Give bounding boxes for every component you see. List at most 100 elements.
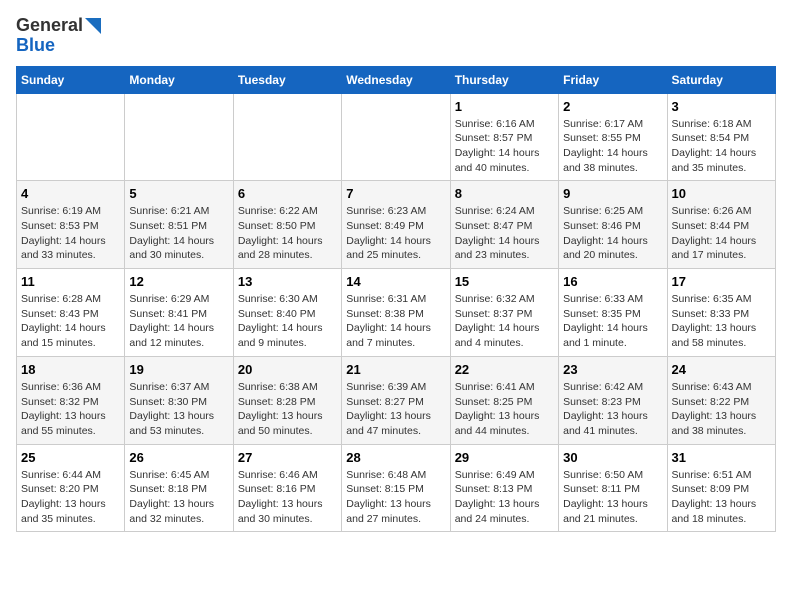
day-info: Daylight: 14 hours and 25 minutes. — [346, 234, 445, 263]
calendar-cell: 16Sunrise: 6:33 AMSunset: 8:35 PMDayligh… — [559, 269, 667, 357]
day-info: Sunrise: 6:38 AM — [238, 380, 337, 395]
day-info: Sunrise: 6:21 AM — [129, 204, 228, 219]
calendar-cell: 15Sunrise: 6:32 AMSunset: 8:37 PMDayligh… — [450, 269, 558, 357]
day-info: Sunset: 8:25 PM — [455, 395, 554, 410]
calendar-table: SundayMondayTuesdayWednesdayThursdayFrid… — [16, 66, 776, 533]
calendar-cell — [125, 93, 233, 181]
day-info: Sunrise: 6:32 AM — [455, 292, 554, 307]
day-number: 7 — [346, 186, 445, 201]
calendar-week-5: 25Sunrise: 6:44 AMSunset: 8:20 PMDayligh… — [17, 444, 776, 532]
header-cell-wednesday: Wednesday — [342, 66, 450, 93]
day-info: Sunrise: 6:48 AM — [346, 468, 445, 483]
day-number: 5 — [129, 186, 228, 201]
day-info: Sunset: 8:47 PM — [455, 219, 554, 234]
day-info: Sunrise: 6:36 AM — [21, 380, 120, 395]
calendar-cell: 14Sunrise: 6:31 AMSunset: 8:38 PMDayligh… — [342, 269, 450, 357]
calendar-cell: 23Sunrise: 6:42 AMSunset: 8:23 PMDayligh… — [559, 356, 667, 444]
day-number: 16 — [563, 274, 662, 289]
day-number: 22 — [455, 362, 554, 377]
day-info: Daylight: 13 hours and 21 minutes. — [563, 497, 662, 526]
day-number: 10 — [672, 186, 771, 201]
header-cell-sunday: Sunday — [17, 66, 125, 93]
header-cell-tuesday: Tuesday — [233, 66, 341, 93]
day-number: 21 — [346, 362, 445, 377]
calendar-cell: 25Sunrise: 6:44 AMSunset: 8:20 PMDayligh… — [17, 444, 125, 532]
day-info: Daylight: 13 hours and 41 minutes. — [563, 409, 662, 438]
day-info: Sunrise: 6:23 AM — [346, 204, 445, 219]
day-info: Daylight: 13 hours and 32 minutes. — [129, 497, 228, 526]
calendar-cell: 26Sunrise: 6:45 AMSunset: 8:18 PMDayligh… — [125, 444, 233, 532]
day-info: Daylight: 14 hours and 40 minutes. — [455, 146, 554, 175]
calendar-cell: 22Sunrise: 6:41 AMSunset: 8:25 PMDayligh… — [450, 356, 558, 444]
day-info: Sunset: 8:38 PM — [346, 307, 445, 322]
day-info: Sunrise: 6:46 AM — [238, 468, 337, 483]
calendar-cell: 3Sunrise: 6:18 AMSunset: 8:54 PMDaylight… — [667, 93, 775, 181]
day-info: Sunrise: 6:18 AM — [672, 117, 771, 132]
day-number: 9 — [563, 186, 662, 201]
day-number: 19 — [129, 362, 228, 377]
day-number: 2 — [563, 99, 662, 114]
day-number: 28 — [346, 450, 445, 465]
day-info: Sunset: 8:44 PM — [672, 219, 771, 234]
calendar-week-4: 18Sunrise: 6:36 AMSunset: 8:32 PMDayligh… — [17, 356, 776, 444]
day-info: Daylight: 14 hours and 28 minutes. — [238, 234, 337, 263]
day-info: Sunset: 8:13 PM — [455, 482, 554, 497]
calendar-cell — [233, 93, 341, 181]
calendar-cell — [342, 93, 450, 181]
day-number: 3 — [672, 99, 771, 114]
day-info: Sunset: 8:23 PM — [563, 395, 662, 410]
day-info: Daylight: 13 hours and 58 minutes. — [672, 321, 771, 350]
day-info: Sunset: 8:22 PM — [672, 395, 771, 410]
day-number: 24 — [672, 362, 771, 377]
calendar-week-1: 1Sunrise: 6:16 AMSunset: 8:57 PMDaylight… — [17, 93, 776, 181]
calendar-cell: 20Sunrise: 6:38 AMSunset: 8:28 PMDayligh… — [233, 356, 341, 444]
day-number: 27 — [238, 450, 337, 465]
day-info: Sunrise: 6:35 AM — [672, 292, 771, 307]
day-info: Daylight: 14 hours and 9 minutes. — [238, 321, 337, 350]
day-number: 13 — [238, 274, 337, 289]
day-number: 12 — [129, 274, 228, 289]
calendar-cell: 19Sunrise: 6:37 AMSunset: 8:30 PMDayligh… — [125, 356, 233, 444]
day-info: Daylight: 14 hours and 30 minutes. — [129, 234, 228, 263]
calendar-cell: 13Sunrise: 6:30 AMSunset: 8:40 PMDayligh… — [233, 269, 341, 357]
day-info: Sunset: 8:09 PM — [672, 482, 771, 497]
day-number: 6 — [238, 186, 337, 201]
day-info: Sunrise: 6:51 AM — [672, 468, 771, 483]
day-info: Daylight: 13 hours and 50 minutes. — [238, 409, 337, 438]
day-info: Sunrise: 6:22 AM — [238, 204, 337, 219]
logo-blue: Blue — [16, 35, 55, 55]
day-info: Sunrise: 6:45 AM — [129, 468, 228, 483]
calendar-cell: 18Sunrise: 6:36 AMSunset: 8:32 PMDayligh… — [17, 356, 125, 444]
day-info: Daylight: 14 hours and 20 minutes. — [563, 234, 662, 263]
day-number: 14 — [346, 274, 445, 289]
day-info: Daylight: 14 hours and 35 minutes. — [672, 146, 771, 175]
day-info: Sunset: 8:46 PM — [563, 219, 662, 234]
day-info: Sunset: 8:15 PM — [346, 482, 445, 497]
day-info: Sunset: 8:16 PM — [238, 482, 337, 497]
day-info: Daylight: 13 hours and 24 minutes. — [455, 497, 554, 526]
day-info: Daylight: 14 hours and 23 minutes. — [455, 234, 554, 263]
day-number: 15 — [455, 274, 554, 289]
day-info: Sunset: 8:40 PM — [238, 307, 337, 322]
day-info: Sunrise: 6:25 AM — [563, 204, 662, 219]
day-info: Sunset: 8:35 PM — [563, 307, 662, 322]
day-info: Sunrise: 6:43 AM — [672, 380, 771, 395]
day-info: Daylight: 14 hours and 12 minutes. — [129, 321, 228, 350]
calendar-cell: 1Sunrise: 6:16 AMSunset: 8:57 PMDaylight… — [450, 93, 558, 181]
day-info: Daylight: 13 hours and 38 minutes. — [672, 409, 771, 438]
day-info: Sunrise: 6:26 AM — [672, 204, 771, 219]
day-info: Daylight: 13 hours and 44 minutes. — [455, 409, 554, 438]
day-info: Daylight: 14 hours and 15 minutes. — [21, 321, 120, 350]
day-info: Sunset: 8:50 PM — [238, 219, 337, 234]
day-info: Daylight: 14 hours and 1 minute. — [563, 321, 662, 350]
calendar-cell — [17, 93, 125, 181]
calendar-cell: 11Sunrise: 6:28 AMSunset: 8:43 PMDayligh… — [17, 269, 125, 357]
calendar-body: 1Sunrise: 6:16 AMSunset: 8:57 PMDaylight… — [17, 93, 776, 532]
day-info: Sunrise: 6:42 AM — [563, 380, 662, 395]
day-number: 31 — [672, 450, 771, 465]
calendar-cell: 10Sunrise: 6:26 AMSunset: 8:44 PMDayligh… — [667, 181, 775, 269]
calendar-cell: 9 Sunrise: 6:25 AMSunset: 8:46 PMDaylight… — [559, 181, 667, 269]
calendar-cell: 2Sunrise: 6:17 AMSunset: 8:55 PMDaylight… — [559, 93, 667, 181]
day-info: Sunrise: 6:39 AM — [346, 380, 445, 395]
day-info: Daylight: 13 hours and 35 minutes. — [21, 497, 120, 526]
